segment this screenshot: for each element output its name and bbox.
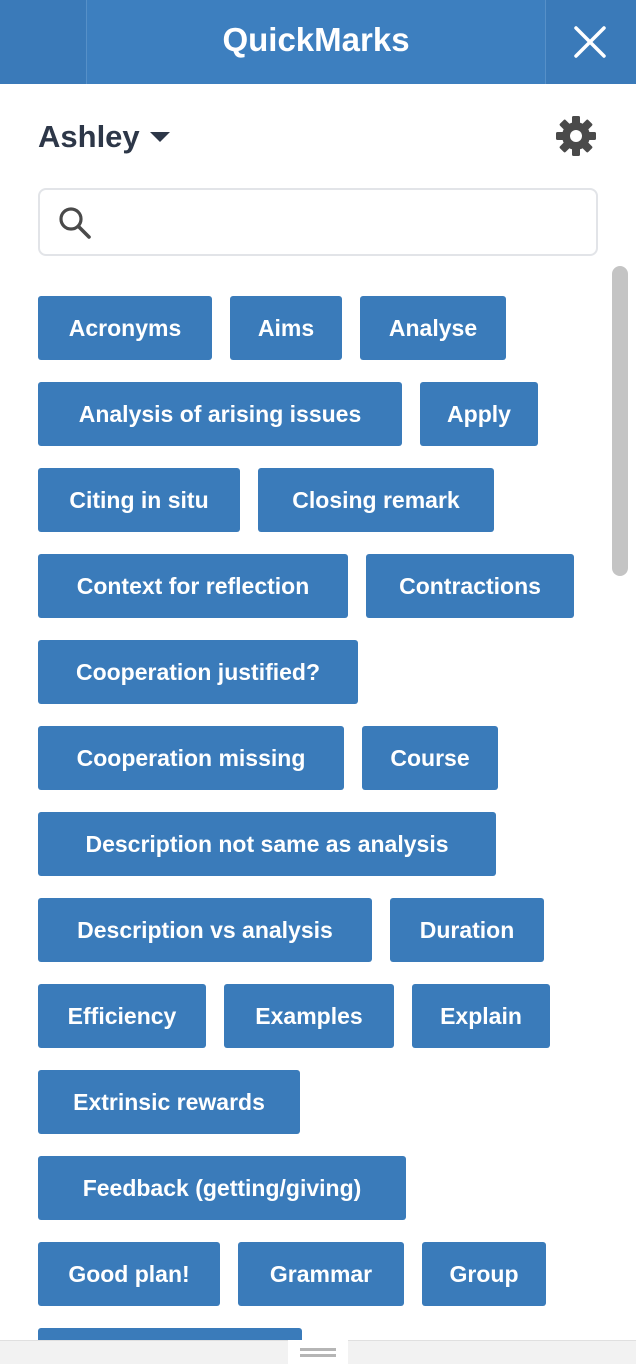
handle-line xyxy=(300,1354,336,1357)
quickmark-tag[interactable]: Explain xyxy=(412,984,550,1048)
quickmark-tag[interactable]: Aims xyxy=(230,296,342,360)
quickmark-tag[interactable]: Feedback (getting/giving) xyxy=(38,1156,406,1220)
quickmark-tag[interactable]: Grammar xyxy=(238,1242,404,1306)
quickmark-tag[interactable]: Acronyms xyxy=(38,296,212,360)
resize-handle[interactable] xyxy=(288,1340,348,1364)
quickmark-tag[interactable]: Cooperation justified? xyxy=(38,640,358,704)
quickmark-tag[interactable]: Course xyxy=(362,726,498,790)
quickmark-tag[interactable]: Group xyxy=(422,1242,546,1306)
quickmark-tag[interactable]: Efficiency xyxy=(38,984,206,1048)
quickmark-tag[interactable]: Citing in situ xyxy=(38,468,240,532)
quickmark-tag[interactable]: Duration xyxy=(390,898,544,962)
quickmark-tag[interactable]: Description vs analysis xyxy=(38,898,372,962)
quickmark-tag[interactable]: Analyse xyxy=(360,296,506,360)
quickmark-tag[interactable]: Contractions xyxy=(366,554,574,618)
quickmark-tag[interactable]: Examples xyxy=(224,984,394,1048)
scrollbar-thumb[interactable] xyxy=(612,266,628,576)
quickmarks-list: Acronyms Aims Analyse Analysis of arisin… xyxy=(0,0,636,1340)
handle-line xyxy=(300,1348,336,1351)
quickmark-tag[interactable]: Description not same as analysis xyxy=(38,812,496,876)
quickmark-tag[interactable]: Analysis of arising issues xyxy=(38,382,402,446)
quickmark-tag[interactable] xyxy=(38,1328,302,1340)
quickmark-tag[interactable]: Closing remark xyxy=(258,468,494,532)
quickmark-tag[interactable]: Apply xyxy=(420,382,538,446)
quickmark-tag[interactable]: Extrinsic rewards xyxy=(38,1070,300,1134)
quickmark-tag[interactable]: Good plan! xyxy=(38,1242,220,1306)
quickmark-tag[interactable]: Context for reflection xyxy=(38,554,348,618)
quickmark-tag[interactable]: Cooperation missing xyxy=(38,726,344,790)
